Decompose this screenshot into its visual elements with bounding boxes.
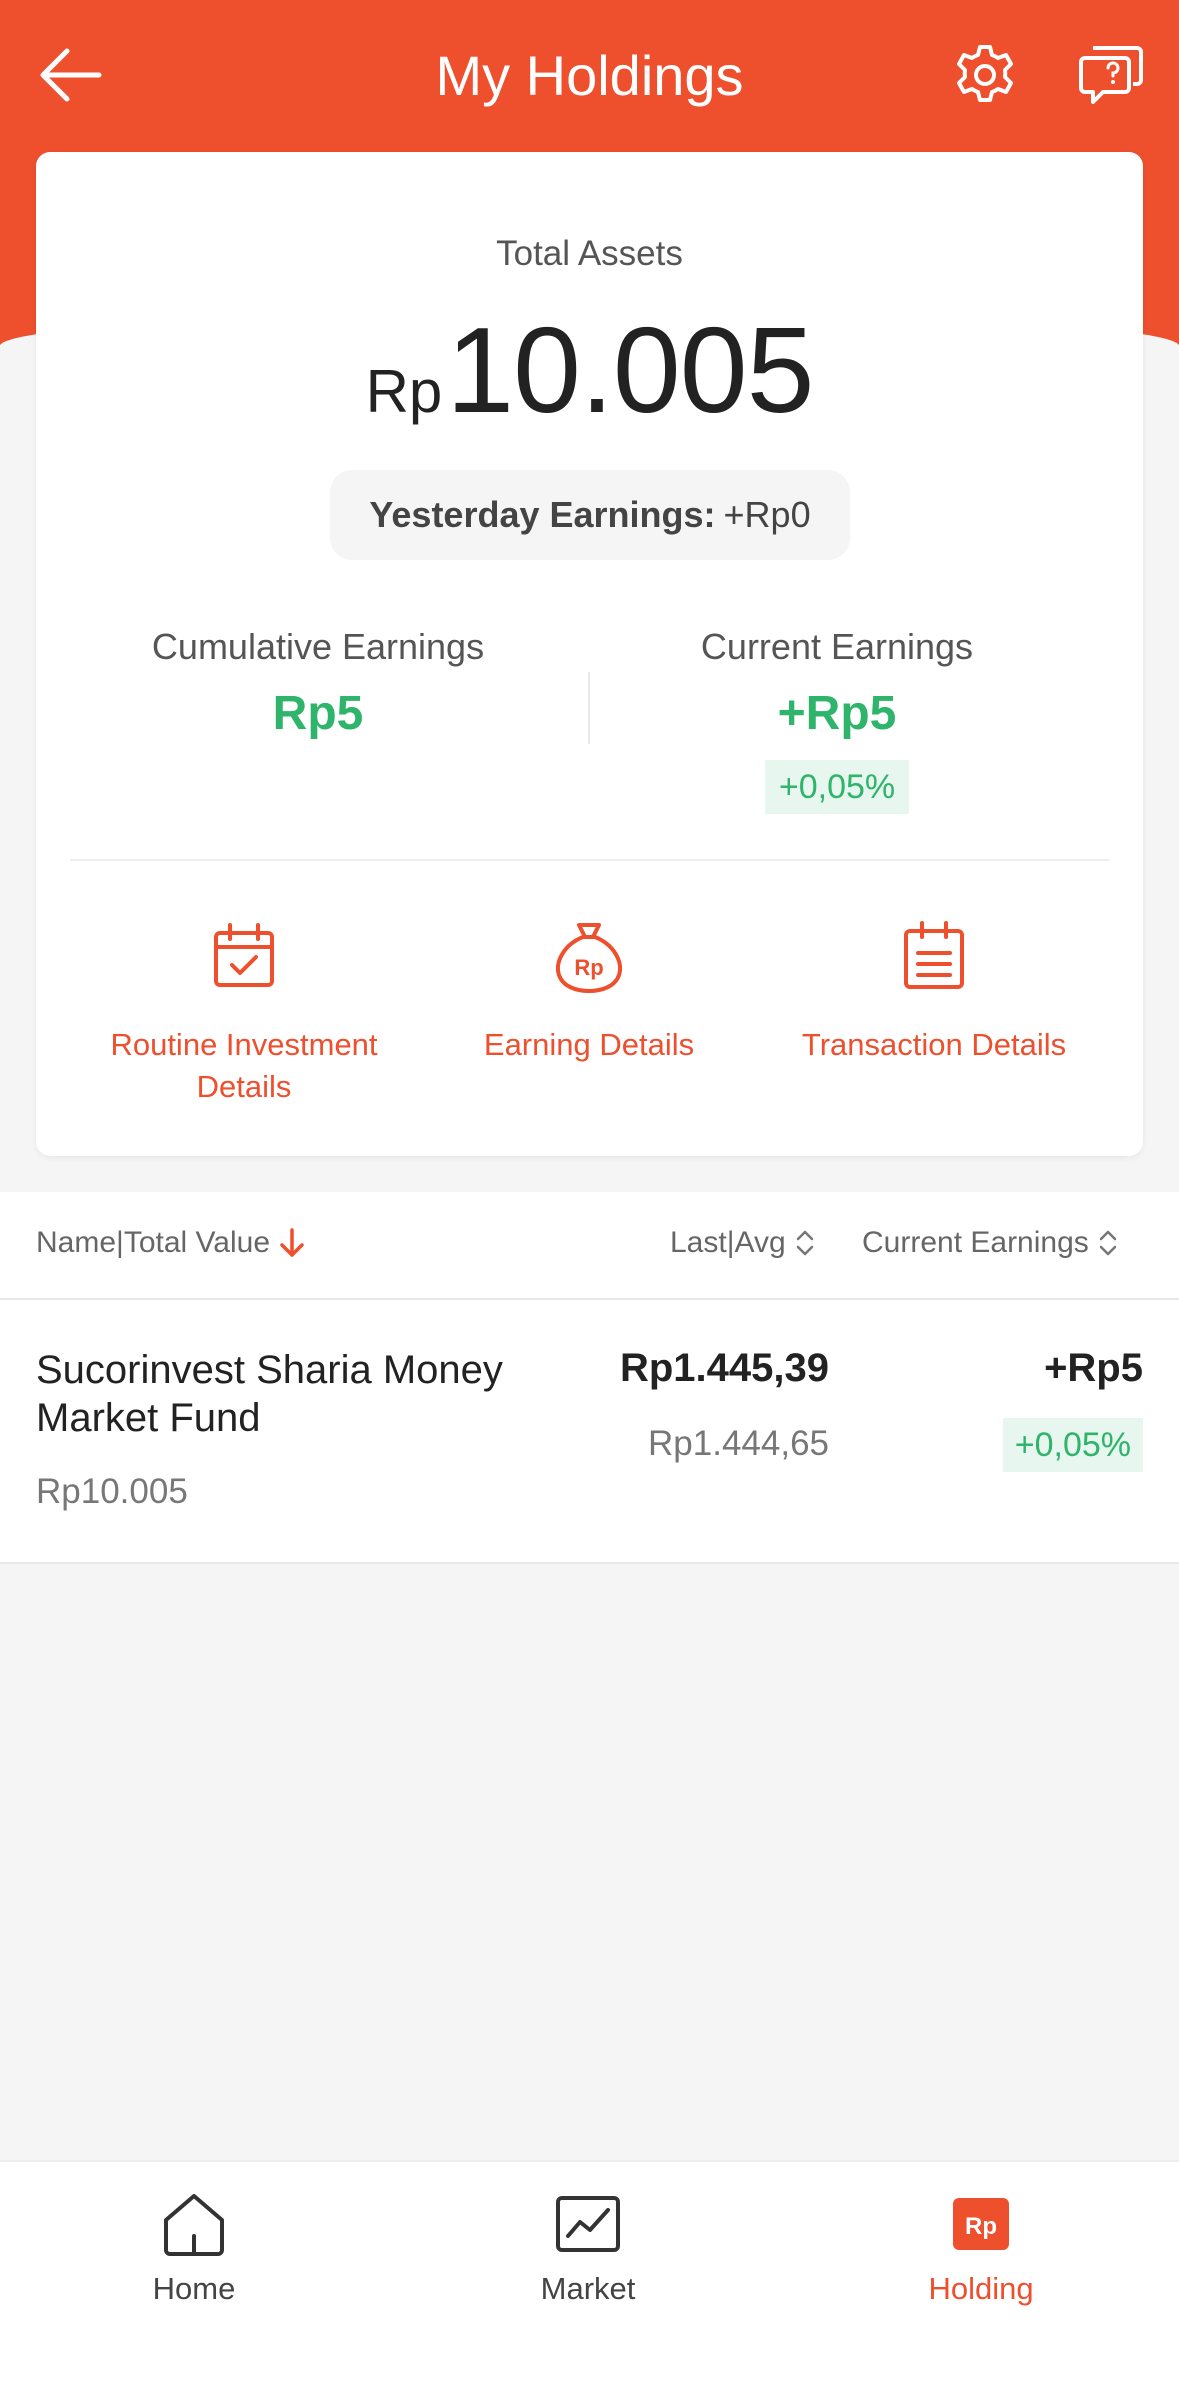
current-earnings-value: +Rp5 [777,687,897,740]
earning-details-button[interactable]: Rp Earning Details [419,917,759,1066]
yesterday-earnings-label: Yesterday Earnings: [369,494,716,535]
earning-details-label: Earning Details [483,1027,695,1062]
bottom-tab-bar: Home Market Rp Holding [0,2160,1179,2396]
current-earnings: Current Earnings +Rp5 +0,05% [577,622,1097,814]
fund-current-earnings: +Rp5 [1044,1346,1143,1390]
help-button[interactable] [1076,38,1148,110]
cumulative-earnings-value: Rp5 [272,687,364,740]
tab-market[interactable]: Market [458,2188,718,2307]
fund-avg-price: Rp1.444,65 [648,1424,829,1463]
routine-investment-details-button[interactable]: Routine Investment Details [74,917,414,1108]
col-last-label: Last|Avg [670,1226,786,1259]
tab-holding[interactable]: Rp Holding [851,2188,1111,2307]
chat-question-icon [1079,46,1143,104]
holdings-summary-card: Total Assets Rp10.005 Yesterday Earnings… [36,152,1143,1156]
money-bag-icon: Rp [556,923,622,993]
total-assets-value: Rp10.005 [36,300,1143,440]
yesterday-earnings-pill: Yesterday Earnings: +Rp0 [330,470,850,560]
gear-icon [957,45,1013,102]
transaction-details-label: Transaction Details [801,1027,1067,1062]
holdings-list-header: Name|Total Value Last|Avg Current Earnin… [0,1192,1179,1300]
cumulative-earnings: Cumulative Earnings Rp5 [58,622,578,744]
fund-name: Sucorinvest Sharia Money Market Fund [36,1348,503,1440]
fund-earnings-pct: +0,05% [1002,1418,1143,1472]
tab-home[interactable]: Home [64,2188,324,2307]
sort-updown-icon [796,1230,813,1256]
arrow-down-icon [280,1228,304,1257]
current-earnings-pct: +0,05% [764,760,910,814]
yesterday-earnings-value: +Rp0 [723,494,811,535]
svg-text:Rp: Rp [574,955,603,980]
fund-last-price: Rp1.445,39 [619,1346,829,1390]
sort-last-avg[interactable]: Last|Avg [670,1226,816,1260]
fund-total-value: Rp10.005 [36,1472,188,1511]
sort-name-total[interactable]: Name|Total Value [36,1226,306,1260]
tab-holding-label: Holding [928,2271,1034,2306]
routine-investment-label: Routine Investment Details [110,1027,378,1104]
total-assets-amount: 10.005 [446,302,814,438]
top-bar: My Holdings [0,0,1179,152]
col-current-label: Current Earnings [862,1226,1089,1259]
currency-symbol: Rp [365,358,443,425]
transaction-details-button[interactable]: Transaction Details [764,917,1104,1066]
calendar-check-icon [214,923,274,987]
rp-holding-icon: Rp [953,2198,1009,2250]
chart-icon [556,2196,620,2252]
col-name-label: Name|Total Value [36,1226,271,1259]
svg-text:Rp: Rp [965,2213,997,2240]
total-assets-label: Total Assets [496,234,683,273]
cumulative-earnings-label: Cumulative Earnings [151,626,485,667]
home-icon [164,2194,224,2256]
tab-home-label: Home [152,2271,236,2306]
card-divider [70,859,1109,861]
tab-market-label: Market [540,2271,636,2306]
settings-button[interactable] [950,40,1020,110]
holding-row[interactable]: Sucorinvest Sharia Money Market Fund Rp1… [0,1300,1179,1564]
sort-current-earnings[interactable]: Current Earnings [862,1226,1119,1260]
document-list-icon [904,921,964,989]
current-earnings-label: Current Earnings [700,626,974,667]
sort-updown-icon [1099,1230,1117,1256]
